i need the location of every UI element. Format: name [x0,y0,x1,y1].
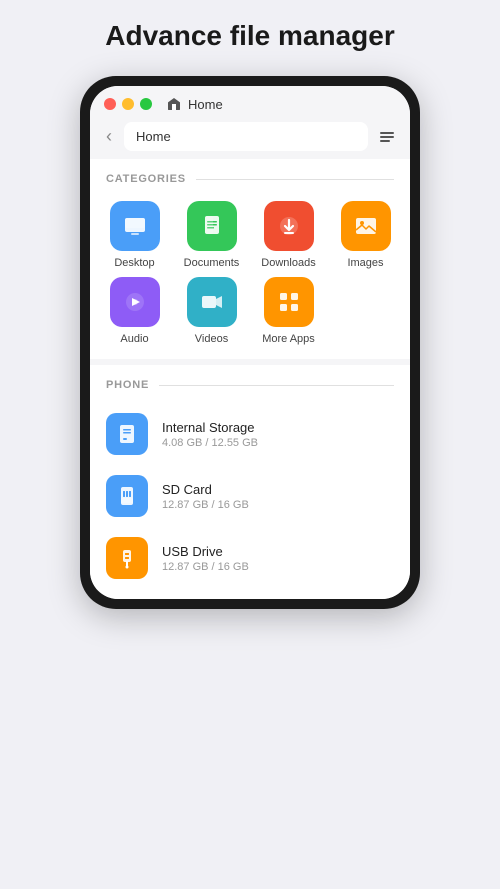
sdcard-name: SD Card [162,482,394,497]
traffic-light-green[interactable] [140,98,152,110]
phone-label: PHONE [106,379,149,391]
storage-item-internal[interactable]: Internal Storage 4.08 GB / 12.55 GB [90,403,410,465]
address-bar-row: ‹ [90,118,410,159]
categories-header: CATEGORIES [90,159,410,193]
phone-header: PHONE [90,365,410,399]
internal-storage-name: Internal Storage [162,420,394,435]
more-apps-label: More Apps [262,333,315,345]
internal-storage-info: Internal Storage 4.08 GB / 12.55 GB [162,420,394,449]
title-bar: Home [90,86,410,118]
sdcard-icon [106,475,148,517]
sdcard-size: 12.87 GB / 16 GB [162,499,394,511]
categories-label: CATEGORIES [106,173,186,185]
categories-divider [196,179,394,180]
usb-size: 12.87 GB / 16 GB [162,561,394,573]
documents-label: Documents [184,257,240,269]
images-label: Images [347,257,383,269]
traffic-light-orange[interactable] [122,98,134,110]
audio-label: Audio [120,333,148,345]
category-item-desktop[interactable]: Desktop [100,201,169,269]
category-item-documents[interactable]: Documents [177,201,246,269]
usb-info: USB Drive 12.87 GB / 16 GB [162,544,394,573]
phone-frame: Home ‹ CATEGORIES [80,76,420,609]
images-icon [341,201,391,251]
internal-storage-size: 4.08 GB / 12.55 GB [162,437,394,449]
desktop-icon [110,201,160,251]
title-bar-content: Home [166,96,223,112]
traffic-light-red[interactable] [104,98,116,110]
phone-screen: Home ‹ CATEGORIES [90,86,410,599]
phone-divider [159,385,394,386]
category-item-more-apps[interactable]: More Apps [254,277,323,345]
traffic-lights [104,98,152,110]
category-item-videos[interactable]: Videos [177,277,246,345]
page-title: Advance file manager [105,20,394,52]
desktop-label: Desktop [114,257,154,269]
storage-list: Internal Storage 4.08 GB / 12.55 GB [90,399,410,599]
sdcard-info: SD Card 12.87 GB / 16 GB [162,482,394,511]
more-apps-icon [264,277,314,327]
videos-icon [187,277,237,327]
titlebar-home-label: Home [188,97,223,112]
usb-name: USB Drive [162,544,394,559]
content-area: CATEGORIES Desktop [90,159,410,599]
category-grid: Desktop Documents [90,193,410,359]
internal-storage-icon [106,413,148,455]
documents-icon [187,201,237,251]
storage-item-usb[interactable]: USB Drive 12.87 GB / 16 GB [90,527,410,589]
downloads-icon [264,201,314,251]
downloads-label: Downloads [261,257,315,269]
videos-label: Videos [195,333,228,345]
home-icon [166,96,182,112]
category-item-images[interactable]: Images [331,201,400,269]
category-item-downloads[interactable]: Downloads [254,201,323,269]
usb-icon [106,537,148,579]
storage-item-sdcard[interactable]: SD Card 12.87 GB / 16 GB [90,465,410,527]
category-item-audio[interactable]: Audio [100,277,169,345]
back-button[interactable]: ‹ [102,124,116,149]
audio-icon [110,277,160,327]
list-view-toggle[interactable] [376,128,398,146]
address-input[interactable] [124,122,368,151]
